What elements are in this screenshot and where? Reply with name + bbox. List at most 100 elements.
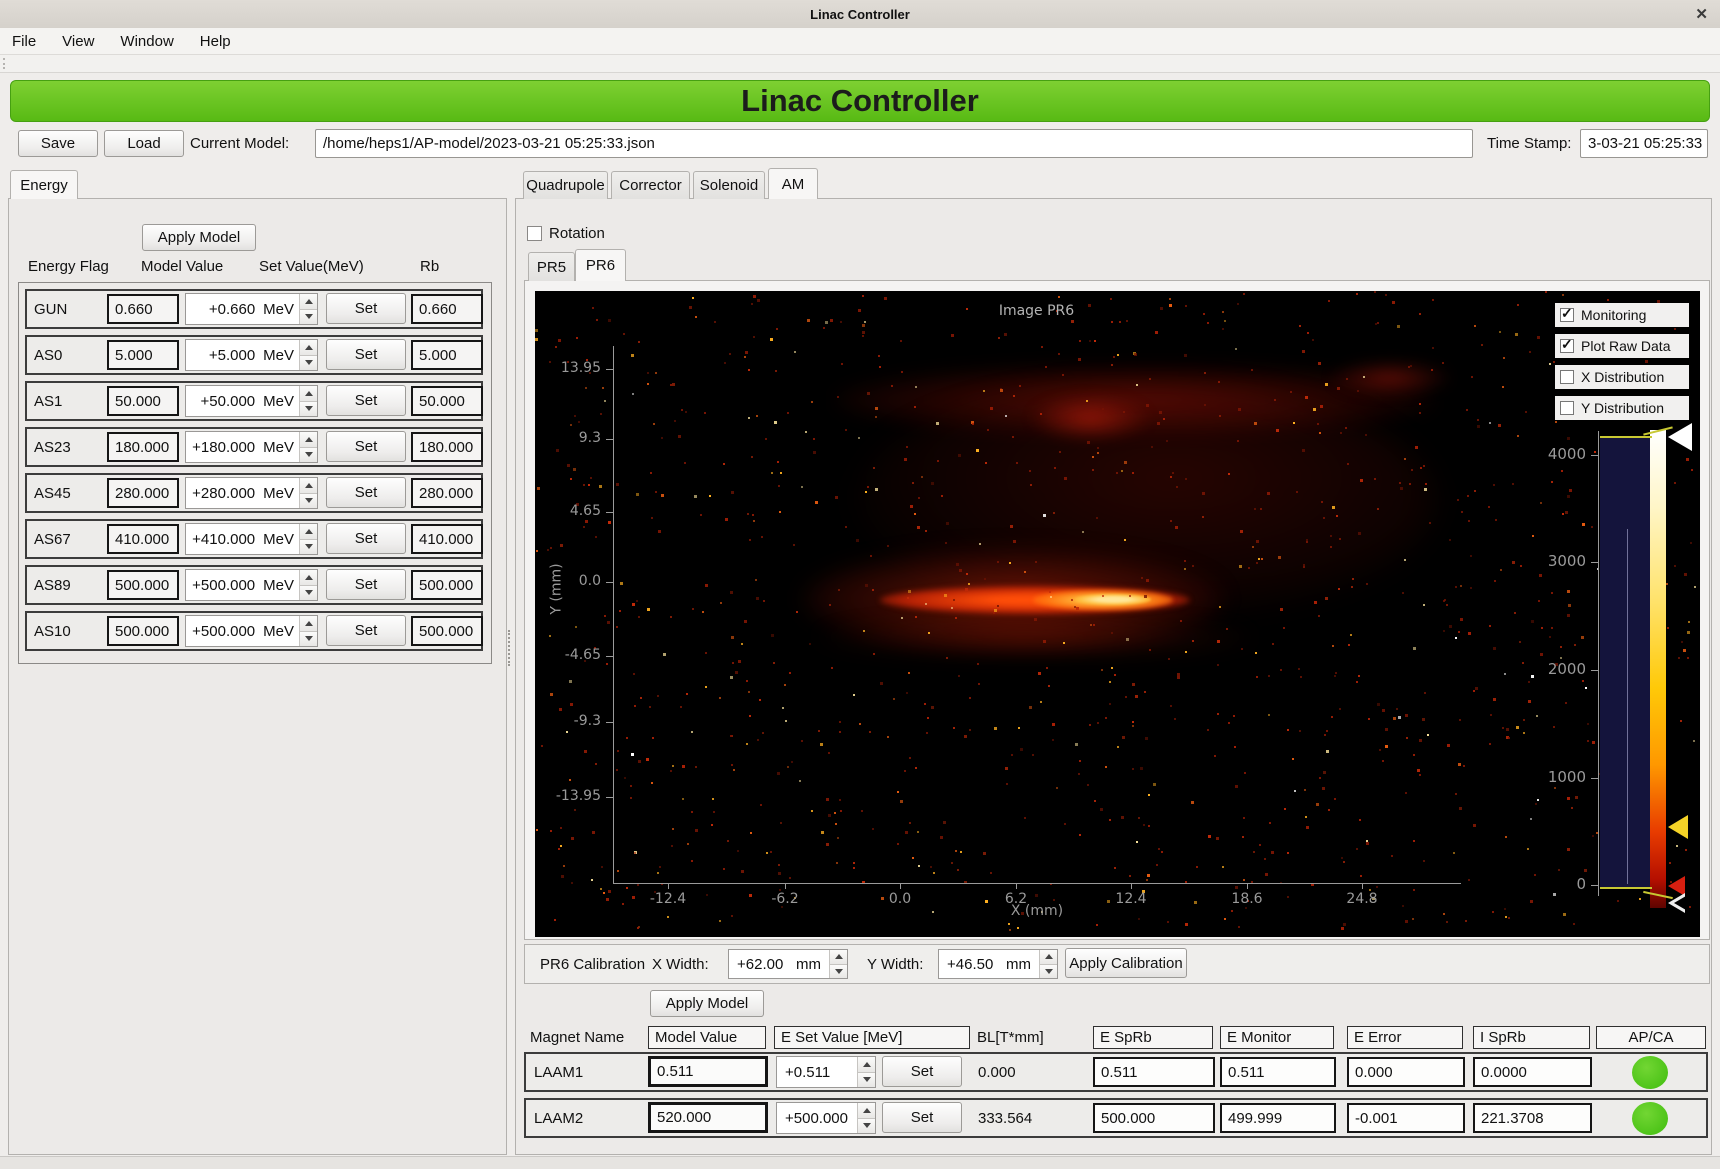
spin-up-icon[interactable] — [300, 386, 317, 401]
spin-arrows[interactable] — [299, 432, 317, 462]
spin-value: +0.660MeV — [186, 294, 299, 324]
close-icon[interactable]: ✕ — [1695, 5, 1708, 23]
set-button[interactable]: Set — [326, 431, 406, 462]
spin-value: +180.000MeV — [186, 432, 299, 462]
set-button[interactable]: Set — [882, 1102, 962, 1133]
x-width-spinbox[interactable]: +62.00mm — [728, 949, 848, 979]
tab-am[interactable]: AM — [768, 168, 818, 199]
tab-pr6[interactable]: PR6 — [575, 249, 626, 281]
tick-mark — [1016, 883, 1017, 889]
set-value-spinbox[interactable]: +180.000MeV — [185, 431, 318, 463]
set-value-spinbox[interactable]: +500.000MeV — [185, 615, 318, 647]
set-button[interactable]: Set — [326, 385, 406, 416]
spin-up-icon[interactable] — [830, 950, 847, 964]
load-button[interactable]: Load — [104, 130, 184, 157]
spin-up-icon[interactable] — [300, 294, 317, 309]
spin-down-icon[interactable] — [858, 1072, 875, 1088]
menu-item-file[interactable]: File — [12, 33, 36, 50]
spin-up-icon[interactable] — [1040, 950, 1057, 964]
set-button[interactable]: Set — [326, 293, 406, 324]
tab-corrector[interactable]: Corrector — [611, 171, 690, 199]
spin-down-icon[interactable] — [830, 964, 847, 979]
spin-arrows[interactable] — [299, 340, 317, 370]
e-error-box: 0.000 — [1347, 1057, 1465, 1087]
checkbox-square[interactable] — [1560, 370, 1574, 384]
overlay-checkbox-x-distribution[interactable]: X Distribution — [1555, 365, 1689, 389]
spin-down-icon[interactable] — [300, 493, 317, 509]
spin-arrows[interactable] — [857, 1103, 875, 1133]
unit-text: mm — [796, 956, 821, 973]
splitter-handle[interactable] — [508, 630, 514, 666]
set-value-spinbox[interactable]: +50.000MeV — [185, 385, 318, 417]
spin-up-icon[interactable] — [300, 478, 317, 493]
spin-arrows[interactable] — [299, 478, 317, 508]
check-mark: ✓ — [1561, 336, 1573, 353]
spin-up-icon[interactable] — [300, 340, 317, 355]
spin-arrows[interactable] — [299, 616, 317, 646]
timestamp-field[interactable]: 3-03-21 05:25:33 — [1580, 129, 1708, 158]
set-value-spinbox[interactable]: +0.511 — [776, 1056, 876, 1088]
tab-solenoid[interactable]: Solenoid — [693, 171, 765, 199]
checkbox-square[interactable]: ✓ — [1560, 339, 1574, 353]
set-button[interactable]: Set — [326, 615, 406, 646]
spin-down-icon[interactable] — [300, 447, 317, 463]
spin-arrows[interactable] — [299, 570, 317, 600]
set-value-spinbox[interactable]: +5.000MeV — [185, 339, 318, 371]
set-value-spinbox[interactable]: +500.000 — [776, 1102, 876, 1134]
y-width-spinbox[interactable]: +46.50mm — [938, 949, 1058, 979]
spin-up-icon[interactable] — [858, 1057, 875, 1072]
spin-arrows[interactable] — [299, 524, 317, 554]
spin-arrows[interactable] — [857, 1057, 875, 1087]
toolbar-grip-handle[interactable] — [3, 58, 8, 69]
set-value-spinbox[interactable]: +280.000MeV — [185, 477, 318, 509]
save-button[interactable]: Save — [18, 130, 98, 157]
spin-arrows[interactable] — [1039, 950, 1057, 978]
current-model-input[interactable]: /home/heps1/AP-model/2023-03-21 05:25:33… — [315, 129, 1473, 158]
menu-item-view[interactable]: View — [62, 33, 94, 50]
tab-energy[interactable]: Energy — [10, 170, 78, 199]
overlay-checkbox-plot-raw-data[interactable]: ✓Plot Raw Data — [1555, 334, 1689, 358]
overlay-checkbox-y-distribution[interactable]: Y Distribution — [1555, 396, 1689, 420]
magnet-apply-model-button[interactable]: Apply Model — [650, 990, 764, 1017]
apply-calibration-button[interactable]: Apply Calibration — [1065, 948, 1187, 978]
set-button[interactable]: Set — [326, 339, 406, 370]
tick-mark — [606, 439, 613, 440]
spin-arrows[interactable] — [829, 950, 847, 978]
spin-down-icon[interactable] — [300, 309, 317, 325]
checkbox-square[interactable] — [1560, 401, 1574, 415]
spin-down-icon[interactable] — [300, 585, 317, 601]
set-value-spinbox[interactable]: +500.000MeV — [185, 569, 318, 601]
spin-up-icon[interactable] — [858, 1103, 875, 1118]
spin-arrows[interactable] — [299, 386, 317, 416]
set-button[interactable]: Set — [326, 523, 406, 554]
overlay-checkbox-monitoring[interactable]: ✓Monitoring — [1555, 303, 1689, 327]
spin-down-icon[interactable] — [300, 631, 317, 647]
marker-max-icon[interactable] — [1668, 423, 1692, 451]
menu-item-help[interactable]: Help — [200, 33, 231, 50]
beam-image-plot[interactable]: Image PR6 13.959.34.650.0-4.65-9.3-13.95… — [535, 291, 1700, 937]
spin-down-icon[interactable] — [300, 355, 317, 371]
rotation-checkbox[interactable] — [527, 226, 542, 241]
spin-up-icon[interactable] — [300, 432, 317, 447]
spin-up-icon[interactable] — [300, 524, 317, 539]
energy-apply-model-button[interactable]: Apply Model — [142, 224, 256, 251]
set-button[interactable]: Set — [326, 569, 406, 600]
set-value-spinbox[interactable]: +410.000MeV — [185, 523, 318, 555]
tab-quadrupole[interactable]: Quadrupole — [523, 171, 608, 199]
set-button[interactable]: Set — [326, 477, 406, 508]
set-value-spinbox[interactable]: +0.660MeV — [185, 293, 318, 325]
spin-down-icon[interactable] — [300, 539, 317, 555]
spin-up-icon[interactable] — [300, 570, 317, 585]
spin-down-icon[interactable] — [300, 401, 317, 417]
spin-value: +500.000MeV — [186, 616, 299, 646]
value-text: +500.000 — [785, 1110, 848, 1127]
spin-down-icon[interactable] — [1040, 964, 1057, 979]
set-button[interactable]: Set — [882, 1056, 962, 1087]
checkbox-square[interactable]: ✓ — [1560, 308, 1574, 322]
spin-arrows[interactable] — [299, 294, 317, 324]
spin-down-icon[interactable] — [858, 1118, 875, 1134]
marker-mid-icon[interactable] — [1668, 815, 1688, 839]
menu-item-window[interactable]: Window — [120, 33, 173, 50]
spin-up-icon[interactable] — [300, 616, 317, 631]
tab-pr5[interactable]: PR5 — [528, 252, 575, 281]
